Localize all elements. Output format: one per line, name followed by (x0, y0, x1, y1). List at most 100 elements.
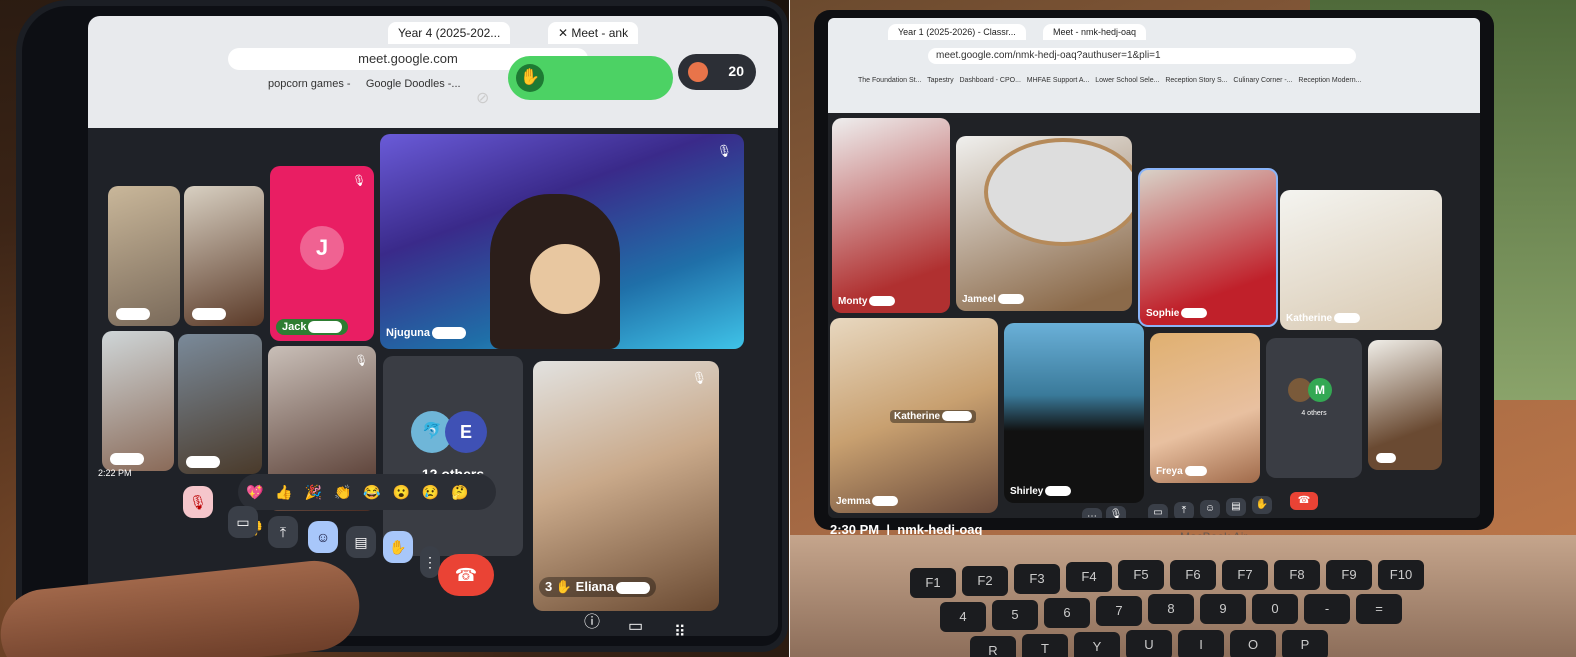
key[interactable]: O (1230, 630, 1276, 657)
captions-button[interactable]: ▤ (1226, 498, 1246, 516)
raised-hands-pill[interactable]: ✋ (508, 56, 673, 100)
bookmark[interactable]: Reception Story S... (1165, 77, 1227, 84)
bookmark[interactable]: popcorn games - (268, 78, 351, 90)
video-tile-jack[interactable]: J 🎙 Jack (270, 166, 374, 341)
key[interactable]: 5 (992, 600, 1038, 630)
reaction-bar[interactable]: 💖 👍 🎉 👏 😂 😮 😢 🤔 👎 (238, 474, 496, 536)
key[interactable]: F4 (1066, 562, 1112, 592)
participant-name: 3 ✋ Eliana (539, 577, 656, 597)
key[interactable]: - (1304, 594, 1350, 624)
chat-icon[interactable]: ▭ (628, 616, 643, 636)
tab-meet[interactable]: ✕ Meet - ank (548, 22, 639, 44)
more-options-button[interactable]: ⋯ (1082, 508, 1102, 518)
video-tile[interactable] (1368, 340, 1442, 470)
raise-hand-button[interactable]: ✋ (383, 531, 413, 563)
bookmark[interactable]: Tapestry (927, 77, 953, 84)
camera-button[interactable]: ▭ (228, 506, 258, 538)
participant-name: Katherine (1286, 313, 1361, 324)
bookmark[interactable]: Lower School Sele... (1095, 77, 1159, 84)
tab-label: Meet - nmk-hedj-oaq (1053, 27, 1137, 37)
bookmark[interactable]: Dashboard - CPO... (959, 77, 1020, 84)
key[interactable]: F7 (1222, 560, 1268, 590)
participant-name (190, 308, 226, 320)
video-tile[interactable] (108, 186, 180, 326)
url-text: meet.google.com/nmk-hedj-oaq?authuser=1&… (936, 50, 1161, 61)
tab-label: Year 1 (2025-2026) - Classr... (898, 27, 1016, 37)
key[interactable]: I (1178, 630, 1224, 657)
key[interactable]: F3 (1014, 564, 1060, 594)
key[interactable]: R (970, 636, 1016, 657)
key[interactable]: 8 (1148, 594, 1194, 624)
key[interactable]: F5 (1118, 560, 1164, 590)
participant-name: Katherine (890, 410, 977, 423)
video-tile-njuguna[interactable]: 🎙 Njuguna (380, 134, 744, 349)
video-tile-freya[interactable]: Freya (1150, 333, 1260, 483)
info-icon[interactable]: ⓘ (584, 608, 600, 632)
mic-off-icon: 🎙 (354, 355, 368, 367)
others-tile[interactable]: M 4 others (1266, 338, 1362, 478)
key[interactable]: 4 (940, 602, 986, 632)
camera-button[interactable]: ▭ (1148, 504, 1168, 518)
video-tile-eliana[interactable]: 🎙 3 ✋ Eliana (533, 361, 719, 611)
emoji-button[interactable]: ☺ (1200, 500, 1220, 518)
key[interactable]: F9 (1326, 560, 1372, 590)
browser-chrome: Year 4 (2025-202... ✕ Meet - ank meet.go… (88, 16, 778, 128)
video-tile-sophie[interactable]: Sophie (1138, 168, 1278, 327)
key[interactable]: F10 (1378, 560, 1424, 590)
end-call-button[interactable]: ☎ (1290, 492, 1318, 510)
key[interactable]: F2 (962, 566, 1008, 596)
tablet-photo: Year 4 (2025-202... ✕ Meet - ank meet.go… (0, 0, 790, 657)
participant-name: Shirley (1010, 486, 1072, 497)
close-icon[interactable]: ✕ (558, 26, 571, 40)
tab-classroom[interactable]: Year 1 (2025-2026) - Classr... (888, 24, 1026, 40)
video-tile-monty[interactable]: Monty (832, 118, 950, 313)
video-tile-jameel[interactable]: Jameel (956, 136, 1132, 311)
bookmarks-bar: popcorn games - Google Doodles -... (268, 78, 461, 90)
bookmark[interactable]: The Foundation St... (858, 77, 921, 84)
video-tile-katherine[interactable]: Katherine (1280, 190, 1442, 330)
video-tile-jemma[interactable]: Katherine Jemma (830, 318, 998, 513)
key[interactable]: 9 (1200, 594, 1246, 624)
raise-hand-button[interactable]: ✋ (1252, 496, 1272, 514)
video-tile[interactable] (102, 331, 174, 471)
emoji-button[interactable]: ☺ (308, 521, 338, 553)
mic-button[interactable]: 🎙 (1106, 506, 1126, 518)
tab-classroom[interactable]: Year 4 (2025-202... (388, 22, 511, 44)
key[interactable]: U (1126, 630, 1172, 657)
video-tile-shirley[interactable]: Shirley (1004, 323, 1144, 503)
present-button[interactable]: ⤒ (268, 516, 298, 548)
participant-name (1374, 453, 1396, 464)
bookmark[interactable]: Google Doodles -... (366, 78, 461, 90)
participant-name (184, 456, 220, 468)
key[interactable]: F1 (910, 568, 956, 598)
present-button[interactable]: ⤒ (1174, 502, 1194, 518)
key[interactable]: 6 (1044, 598, 1090, 628)
key[interactable]: F8 (1274, 560, 1320, 590)
more-options-button[interactable]: ⋮ (420, 546, 440, 578)
end-call-button[interactable]: ☎ (438, 554, 494, 596)
key[interactable]: 7 (1096, 596, 1142, 626)
tab-meet[interactable]: Meet - nmk-hedj-oaq (1043, 24, 1147, 40)
url-text: meet.google.com (358, 51, 458, 66)
video-tile[interactable] (178, 334, 262, 474)
count-value: 20 (728, 63, 744, 79)
key[interactable]: P (1282, 630, 1328, 657)
mic-button[interactable]: 🎙 (183, 486, 213, 518)
key[interactable]: Y (1074, 632, 1120, 657)
captions-button[interactable]: ▤ (346, 526, 376, 558)
key[interactable]: F6 (1170, 560, 1216, 590)
url-bar[interactable]: meet.google.com/nmk-hedj-oaq?authuser=1&… (928, 48, 1356, 64)
others-tile[interactable]: 🐬 E 12 others (383, 356, 523, 556)
bookmark[interactable]: MHFAE Support A... (1027, 77, 1090, 84)
key[interactable]: T (1022, 634, 1068, 657)
video-tile[interactable] (184, 186, 264, 326)
key[interactable]: = (1356, 594, 1402, 624)
bookmark[interactable]: Culinary Corner -... (1233, 77, 1292, 84)
camera-off-icon[interactable]: ⊘ (476, 88, 500, 112)
bookmark[interactable]: Reception Modern... (1298, 77, 1361, 84)
key[interactable]: 0 (1252, 594, 1298, 624)
participant-count[interactable]: 20 (678, 54, 756, 90)
activities-icon[interactable]: ⠿ (674, 622, 686, 636)
others-label: 4 others (1301, 410, 1327, 417)
participant-name: Freya (1156, 466, 1207, 477)
